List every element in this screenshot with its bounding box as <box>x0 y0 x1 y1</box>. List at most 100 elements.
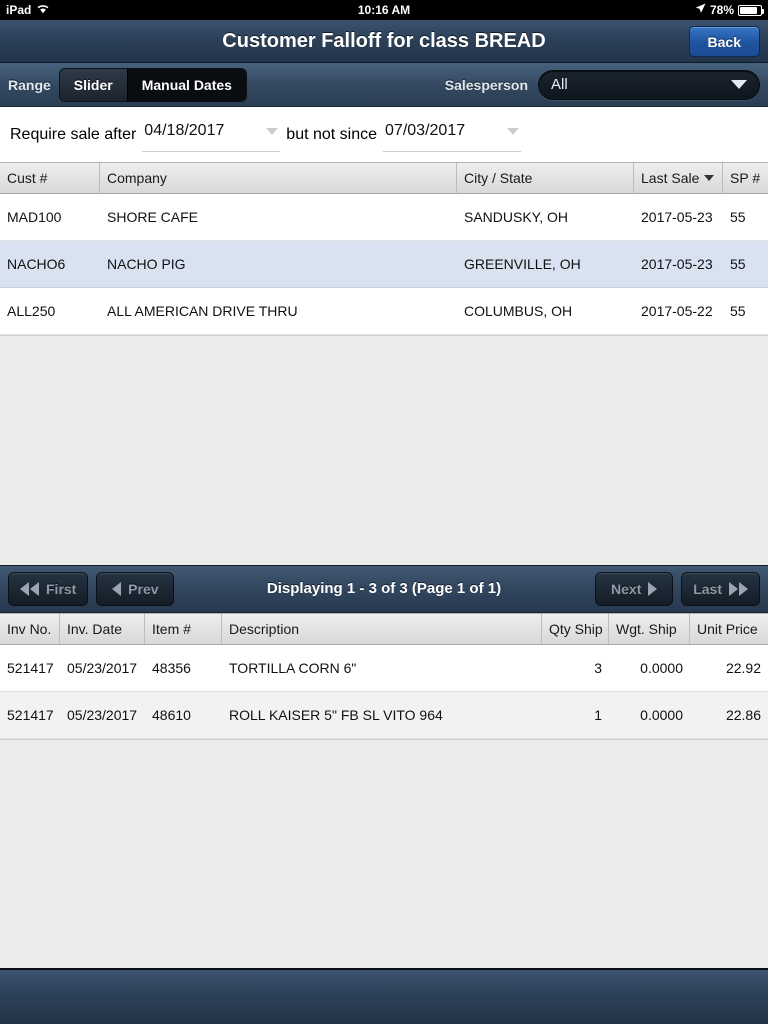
detail-grid-header: Inv No. Inv. Date Item # Description Qty… <box>0 612 768 645</box>
status-bar-clock: 10:16 AM <box>357 3 411 17</box>
chevron-left-icon <box>112 581 122 596</box>
navigation-bar: Customer Falloff for class BREAD Back <box>0 20 768 63</box>
prev-page-button[interactable]: Prev <box>96 571 175 606</box>
last-page-button[interactable]: Last <box>681 571 760 606</box>
back-button[interactable]: Back <box>688 26 760 57</box>
table-row[interactable]: NACHO6 NACHO PIG GREENVILLE, OH 2017-05-… <box>0 241 768 288</box>
cell-sp-number: 55 <box>730 209 746 225</box>
app-root: iPad 10:16 AM 78% Customer Falloff for c… <box>0 0 768 1024</box>
prev-page-label: Prev <box>128 580 159 597</box>
column-header-item-number[interactable]: Item # <box>145 613 222 644</box>
column-header-last-sale-label: Last Sale <box>641 170 700 186</box>
chevron-down-icon <box>731 80 747 89</box>
sale-before-date-value: 07/03/2017 <box>385 122 466 139</box>
range-label: Range <box>8 76 51 93</box>
cell-sp-number: 55 <box>730 303 746 319</box>
table-row[interactable]: ALL250 ALL AMERICAN DRIVE THRU COLUMBUS,… <box>0 288 768 335</box>
cell-company: NACHO PIG <box>107 256 186 272</box>
bottom-toolbar <box>0 968 768 1024</box>
sale-after-date-field[interactable]: 04/18/2017 <box>142 118 281 152</box>
salesperson-select[interactable]: All <box>538 69 760 100</box>
double-chevron-left-icon <box>20 581 39 596</box>
cell-last-sale: 2017-05-23 <box>641 256 713 272</box>
cell-description: TORTILLA CORN 6" <box>229 659 357 676</box>
cell-unit-price: 22.92 <box>725 659 761 676</box>
column-header-sp-number[interactable]: SP # <box>723 163 768 193</box>
customer-grid-header: Cust # Company City / State Last Sale SP… <box>0 162 768 194</box>
cell-qty-ship: 1 <box>594 706 602 723</box>
first-page-label: First <box>46 580 77 597</box>
cell-last-sale: 2017-05-23 <box>641 209 713 225</box>
segment-manual-dates[interactable]: Manual Dates <box>126 68 246 101</box>
cell-inv-no: 521417 <box>7 706 54 723</box>
cell-city-state: SANDUSKY, OH <box>464 209 568 225</box>
wifi-icon <box>36 3 50 17</box>
pagination-right-group: Next Last <box>595 571 760 606</box>
detail-grid-body: 521417 05/23/2017 48356 TORTILLA CORN 6"… <box>0 644 768 739</box>
cell-wgt-ship: 0.0000 <box>640 659 683 676</box>
cell-cust-number: MAD100 <box>7 209 62 225</box>
table-row[interactable]: 521417 05/23/2017 48356 TORTILLA CORN 6"… <box>0 645 768 692</box>
column-header-city-state[interactable]: City / State <box>457 163 634 193</box>
customer-grid-empty-area <box>0 335 768 565</box>
ios-status-bar: iPad 10:16 AM 78% <box>0 0 768 20</box>
cell-city-state: GREENVILLE, OH <box>464 256 581 272</box>
chevron-down-icon <box>266 127 279 135</box>
status-bar-right: 78% <box>695 3 764 17</box>
cell-sp-number: 55 <box>730 256 746 272</box>
cell-wgt-ship: 0.0000 <box>640 706 683 723</box>
cell-city-state: COLUMBUS, OH <box>464 303 573 319</box>
segment-slider[interactable]: Slider <box>59 68 127 101</box>
sale-before-date-field[interactable]: 07/03/2017 <box>383 118 522 152</box>
page-title: Customer Falloff for class BREAD <box>222 29 546 52</box>
cell-description: ROLL KAISER 5" FB SL VITO 964 <box>229 706 443 723</box>
detail-grid-empty-area <box>0 738 768 968</box>
column-header-unit-price[interactable]: Unit Price <box>690 614 768 644</box>
salesperson-filter: Salesperson All <box>444 69 760 100</box>
cell-unit-price: 22.86 <box>725 706 761 723</box>
battery-icon <box>738 4 764 16</box>
salesperson-label: Salesperson <box>444 76 528 93</box>
cell-cust-number: ALL250 <box>7 303 56 319</box>
pagination-bar: First Prev Displaying 1 - 3 of 3 (Page 1… <box>0 564 768 613</box>
column-header-wgt-ship[interactable]: Wgt. Ship <box>609 613 690 644</box>
sort-descending-icon <box>704 175 715 181</box>
chevron-right-icon <box>648 581 658 596</box>
cell-last-sale: 2017-05-22 <box>641 303 713 319</box>
cell-item-number: 48610 <box>152 706 191 723</box>
status-bar-left: iPad <box>6 3 50 17</box>
battery-percent: 78% <box>709 3 734 17</box>
next-page-button[interactable]: Next <box>595 571 674 606</box>
require-sale-after-label: Require sale after <box>10 125 137 143</box>
date-filter-row: Require sale after 04/18/2017 but not si… <box>0 107 768 162</box>
cell-cust-number: NACHO6 <box>7 256 66 272</box>
column-header-description[interactable]: Description <box>222 613 542 644</box>
sale-after-date-value: 04/18/2017 <box>144 122 225 139</box>
column-header-last-sale[interactable]: Last Sale <box>634 163 723 193</box>
column-header-inv-date[interactable]: Inv. Date <box>60 613 145 644</box>
column-header-cust-number[interactable]: Cust # <box>0 163 100 193</box>
column-header-company[interactable]: Company <box>100 163 457 193</box>
cell-item-number: 48356 <box>152 659 191 676</box>
cell-inv-date: 05/23/2017 <box>67 706 138 723</box>
cell-company: SHORE CAFE <box>107 209 199 225</box>
table-row[interactable]: MAD100 SHORE CAFE SANDUSKY, OH 2017-05-2… <box>0 194 768 241</box>
cell-inv-date: 05/23/2017 <box>67 659 138 676</box>
location-arrow-icon <box>695 3 706 17</box>
column-header-qty-ship[interactable]: Qty Ship <box>542 613 609 644</box>
next-page-label: Next <box>611 580 642 597</box>
cell-inv-no: 521417 <box>7 659 54 676</box>
cell-qty-ship: 3 <box>594 659 602 676</box>
first-page-button[interactable]: First <box>8 571 89 606</box>
customer-grid-body: MAD100 SHORE CAFE SANDUSKY, OH 2017-05-2… <box>0 194 768 335</box>
chevron-down-icon <box>507 127 520 135</box>
device-name: iPad <box>6 3 32 17</box>
table-row[interactable]: 521417 05/23/2017 48610 ROLL KAISER 5" F… <box>0 691 768 739</box>
cell-company: ALL AMERICAN DRIVE THRU <box>107 303 298 319</box>
but-not-since-label: but not since <box>286 125 378 143</box>
salesperson-selected-value: All <box>551 76 568 93</box>
filter-toolbar: Range Slider Manual Dates Salesperson Al… <box>0 63 768 107</box>
range-mode-segmented-control[interactable]: Slider Manual Dates <box>58 67 247 102</box>
last-page-label: Last <box>693 580 722 597</box>
column-header-inv-no[interactable]: Inv No. <box>0 613 60 644</box>
